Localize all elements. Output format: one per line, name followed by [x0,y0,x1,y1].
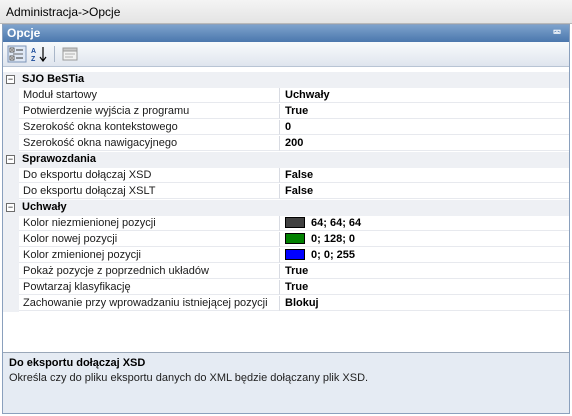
double-chevron-up-icon[interactable]: ⮹ [551,25,563,42]
property-value[interactable]: True [280,104,569,119]
row-margin [3,232,19,248]
property-row[interactable]: Powtarzaj klasyfikację True [3,280,569,296]
row-margin [3,168,19,184]
property-name: Kolor zmienionej pozycji [19,248,280,263]
color-value: 64; 64; 64 [311,217,362,229]
panel-header[interactable]: Opcje ⮹ [3,25,569,42]
window-title: Administracja->Opcje [0,0,572,24]
property-row[interactable]: Do eksportu dołączaj XSD False [3,168,569,184]
description-text: Określa czy do pliku eksportu danych do … [9,372,369,384]
alphabetical-sort-button[interactable]: A Z [29,45,49,63]
toolbar-separator [54,46,55,62]
property-name: Potwierdzenie wyjścia z programu [19,104,280,119]
property-row[interactable]: Pokaż pozycje z poprzednich układów True [3,264,569,280]
property-toolbar: A Z [3,42,569,67]
property-name: Pokaż pozycje z poprzednich układów [19,264,280,279]
property-grid: − SJO BeSTia Moduł startowy Uchwały Potw… [3,68,569,338]
row-margin [3,264,19,280]
categorized-view-icon [7,45,27,63]
category-label: Sprawozdania [22,153,96,165]
row-margin [3,136,19,152]
property-name: Powtarzaj klasyfikację [19,280,280,295]
row-margin [3,104,19,120]
color-swatch [285,217,305,228]
property-row[interactable]: Szerokość okna nawigacyjnego 200 [3,136,569,152]
categorized-view-button[interactable] [7,45,27,63]
property-value[interactable]: True [280,280,569,295]
property-row[interactable]: Zachowanie przy wprowadzaniu istniejącej… [3,296,569,312]
property-value[interactable]: 0 [280,120,569,135]
category-sjo-bestia[interactable]: − SJO BeSTia [3,72,569,88]
property-value[interactable]: Uchwały [280,88,569,103]
row-margin [3,216,19,232]
row-margin [3,88,19,104]
property-value[interactable]: 64; 64; 64 [280,216,569,231]
property-name: Do eksportu dołączaj XSLT [19,184,280,199]
category-label: SJO BeSTia [22,73,85,85]
color-value: 0; 128; 0 [311,233,356,245]
description-pane: Do eksportu dołączaj XSD Określa czy do … [3,352,569,413]
property-row[interactable]: Kolor niezmienionej pozycji 64; 64; 64 [3,216,569,232]
property-pages-button[interactable] [60,45,80,63]
row-margin [3,280,19,296]
property-row[interactable]: Kolor zmienionej pozycji 0; 0; 255 [3,248,569,264]
property-value[interactable]: True [280,264,569,279]
row-margin [3,184,19,200]
property-name: Szerokość okna nawigacyjnego [19,136,280,151]
category-label: Uchwały [22,201,67,213]
property-name: Do eksportu dołączaj XSD [19,168,280,183]
collapse-minus-icon[interactable]: − [6,155,15,164]
panel-title: Opcje [7,26,41,40]
property-name: Zachowanie przy wprowadzaniu istniejącej… [19,296,280,311]
property-name: Kolor niezmienionej pozycji [19,216,280,231]
property-value[interactable]: False [280,184,569,199]
options-panel: Opcje ⮹ A Z − SJO BeSTia Moduł startowy … [2,24,570,414]
color-swatch [285,233,305,244]
property-pages-icon [62,47,78,61]
color-value: 0; 0; 255 [311,249,356,261]
property-value[interactable]: 200 [280,136,569,151]
property-row[interactable]: Do eksportu dołączaj XSLT False [3,184,569,200]
row-margin [3,296,19,312]
property-name: Szerokość okna kontekstowego [19,120,280,135]
property-row[interactable]: Kolor nowej pozycji 0; 128; 0 [3,232,569,248]
splitter[interactable] [3,337,569,352]
property-value[interactable]: 0; 0; 255 [280,248,569,263]
property-name: Moduł startowy [19,88,280,103]
row-margin [3,120,19,136]
category-sprawozdania[interactable]: − Sprawozdania [3,152,569,168]
description-title: Do eksportu dołączaj XSD [9,357,146,369]
property-value[interactable]: 0; 128; 0 [280,232,569,247]
property-row[interactable]: Szerokość okna kontekstowego 0 [3,120,569,136]
property-value[interactable]: Blokuj [280,296,569,311]
property-value[interactable]: False [280,168,569,183]
alphabetical-sort-icon: A Z [31,47,47,63]
collapse-minus-icon[interactable]: − [6,75,15,84]
property-row[interactable]: Potwierdzenie wyjścia z programu True [3,104,569,120]
category-uchwaly[interactable]: − Uchwały [3,200,569,216]
property-row[interactable]: Moduł startowy Uchwały [3,88,569,104]
property-name: Kolor nowej pozycji [19,232,280,247]
svg-text:Z: Z [31,56,36,63]
row-margin [3,248,19,264]
color-swatch [285,249,305,260]
svg-text:A: A [31,48,36,55]
collapse-minus-icon[interactable]: − [6,203,15,212]
